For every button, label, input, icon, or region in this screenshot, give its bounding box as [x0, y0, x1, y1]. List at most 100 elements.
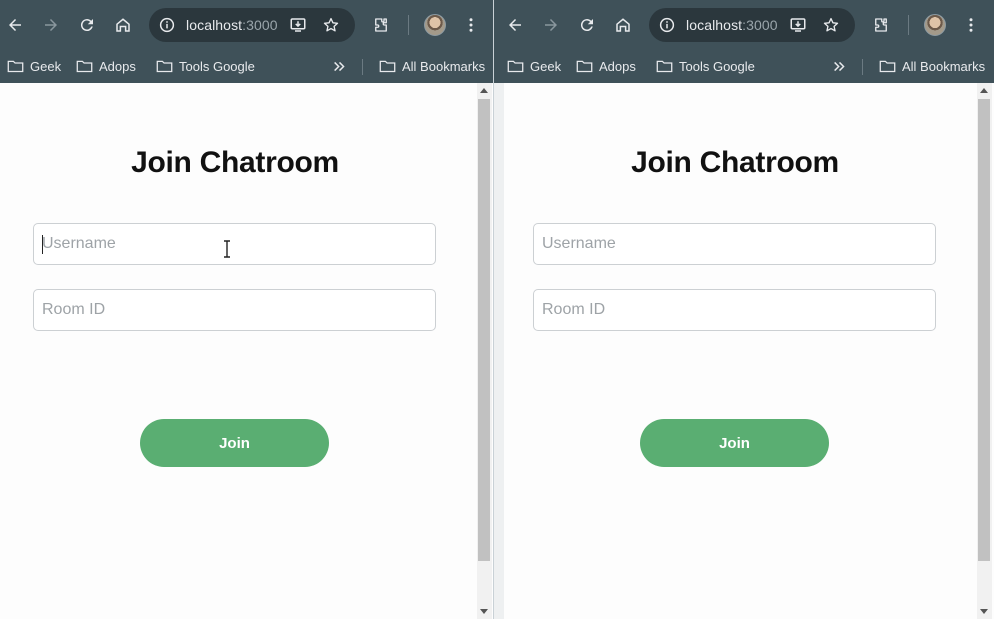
all-bookmarks-label: All Bookmarks — [402, 58, 486, 74]
bookmark-adops[interactable]: Adops — [576, 54, 636, 78]
username-input[interactable] — [34, 224, 435, 264]
toolbar-separator — [908, 15, 909, 35]
folder-icon — [156, 60, 173, 73]
bookmarks-bar: Geek Adops Tools Google All Bookmarks — [0, 50, 493, 83]
bookmark-adops[interactable]: Adops — [76, 54, 136, 78]
scroll-up-arrow[interactable] — [980, 88, 988, 93]
scroll-up-arrow[interactable] — [480, 88, 488, 93]
extensions-icon — [875, 18, 887, 32]
scroll-thumb[interactable] — [978, 99, 990, 561]
text-cursor-icon — [224, 240, 230, 258]
home-button[interactable] — [609, 11, 637, 39]
username-field[interactable] — [33, 223, 436, 265]
vertical-scrollbar[interactable] — [477, 83, 492, 619]
room-id-field[interactable] — [533, 289, 936, 331]
url-port: :3000 — [242, 17, 278, 33]
more-bookmarks-button[interactable] — [329, 56, 349, 76]
forward-button[interactable] — [37, 11, 65, 39]
username-input[interactable] — [534, 224, 935, 264]
folder-icon — [879, 60, 896, 73]
folder-icon — [379, 60, 396, 73]
folder-icon — [576, 60, 593, 73]
url-text: localhost:3000 — [186, 17, 278, 33]
all-bookmarks-label: All Bookmarks — [902, 58, 986, 74]
bookmark-label: Geek — [30, 58, 62, 74]
install-app-icon[interactable] — [789, 16, 807, 34]
url-port: :3000 — [742, 17, 778, 33]
folder-icon — [76, 60, 93, 73]
toolbar: localhost:3000 — [0, 0, 493, 50]
join-button[interactable]: Join — [140, 419, 329, 467]
address-bar[interactable]: localhost:3000 — [149, 8, 355, 42]
url-host: localhost — [686, 17, 743, 33]
install-app-icon[interactable] — [289, 16, 307, 34]
bookmark-geek[interactable]: Geek — [507, 54, 561, 78]
bookmark-label: Tools Google — [679, 58, 755, 74]
username-field[interactable] — [533, 223, 936, 265]
menu-icon — [969, 18, 973, 32]
vertical-scrollbar[interactable] — [977, 83, 992, 619]
back-icon — [509, 19, 521, 31]
back-icon — [9, 19, 21, 31]
page-content: Join Chatroom Join — [0, 83, 493, 619]
reload-icon — [580, 19, 593, 32]
bookmarks-separator — [862, 59, 863, 75]
reload-button[interactable] — [73, 11, 101, 39]
extensions-button[interactable] — [367, 11, 395, 39]
reload-button[interactable] — [573, 11, 601, 39]
star-icon[interactable] — [822, 16, 840, 34]
bookmark-label: Tools Google — [179, 58, 255, 74]
chevron-double-right-icon — [833, 61, 845, 71]
page-content: Join Chatroom Join — [494, 83, 994, 619]
chevron-double-right-icon — [333, 61, 345, 71]
bookmark-label: Geek — [530, 58, 562, 74]
room-id-field[interactable] — [33, 289, 436, 331]
url-text: localhost:3000 — [686, 17, 778, 33]
room-id-input[interactable] — [34, 290, 435, 330]
scroll-down-arrow[interactable] — [480, 609, 488, 614]
page-title: Join Chatroom — [131, 146, 339, 179]
room-id-input[interactable] — [534, 290, 935, 330]
bookmark-tools-google[interactable]: Tools Google — [156, 54, 255, 78]
url-host: localhost — [186, 17, 243, 33]
folder-icon — [656, 60, 673, 73]
toolbar-separator — [408, 15, 409, 35]
bookmarks-bar: Geek Adops Tools Google All Bookmarks — [494, 50, 994, 83]
toolbar: localhost:3000 — [494, 0, 994, 50]
back-button[interactable] — [501, 11, 529, 39]
forward-icon — [545, 19, 557, 31]
home-icon — [116, 18, 130, 32]
menu-icon — [469, 18, 473, 32]
text-caret — [42, 235, 43, 254]
all-bookmarks[interactable]: All Bookmarks — [379, 54, 485, 78]
scroll-down-arrow[interactable] — [980, 609, 988, 614]
star-icon[interactable] — [322, 16, 340, 34]
extensions-icon — [375, 18, 387, 32]
profile-avatar[interactable] — [424, 14, 446, 36]
menu-button[interactable] — [457, 11, 485, 39]
screen: localhost:3000 Geek Adops Tools Google A… — [0, 0, 994, 619]
site-info-icon[interactable] — [158, 16, 176, 34]
folder-icon — [507, 60, 524, 73]
extensions-button[interactable] — [867, 11, 895, 39]
site-info-icon[interactable] — [658, 16, 676, 34]
menu-button[interactable] — [957, 11, 985, 39]
all-bookmarks[interactable]: All Bookmarks — [879, 54, 985, 78]
scroll-thumb[interactable] — [478, 99, 490, 561]
home-button[interactable] — [109, 11, 137, 39]
bookmark-tools-google[interactable]: Tools Google — [656, 54, 755, 78]
forward-button[interactable] — [537, 11, 565, 39]
browser-window-left: localhost:3000 Geek Adops Tools Google A… — [0, 0, 493, 619]
profile-avatar[interactable] — [924, 14, 946, 36]
bookmarks-separator — [362, 59, 363, 75]
address-bar[interactable]: localhost:3000 — [649, 8, 855, 42]
folder-icon — [7, 60, 24, 73]
bookmark-label: Adops — [99, 58, 136, 74]
more-bookmarks-button[interactable] — [829, 56, 849, 76]
join-button[interactable]: Join — [640, 419, 829, 467]
reload-icon — [80, 19, 93, 32]
home-icon — [616, 18, 630, 32]
back-button[interactable] — [1, 11, 29, 39]
bookmark-label: Adops — [599, 58, 636, 74]
bookmark-geek[interactable]: Geek — [7, 54, 61, 78]
